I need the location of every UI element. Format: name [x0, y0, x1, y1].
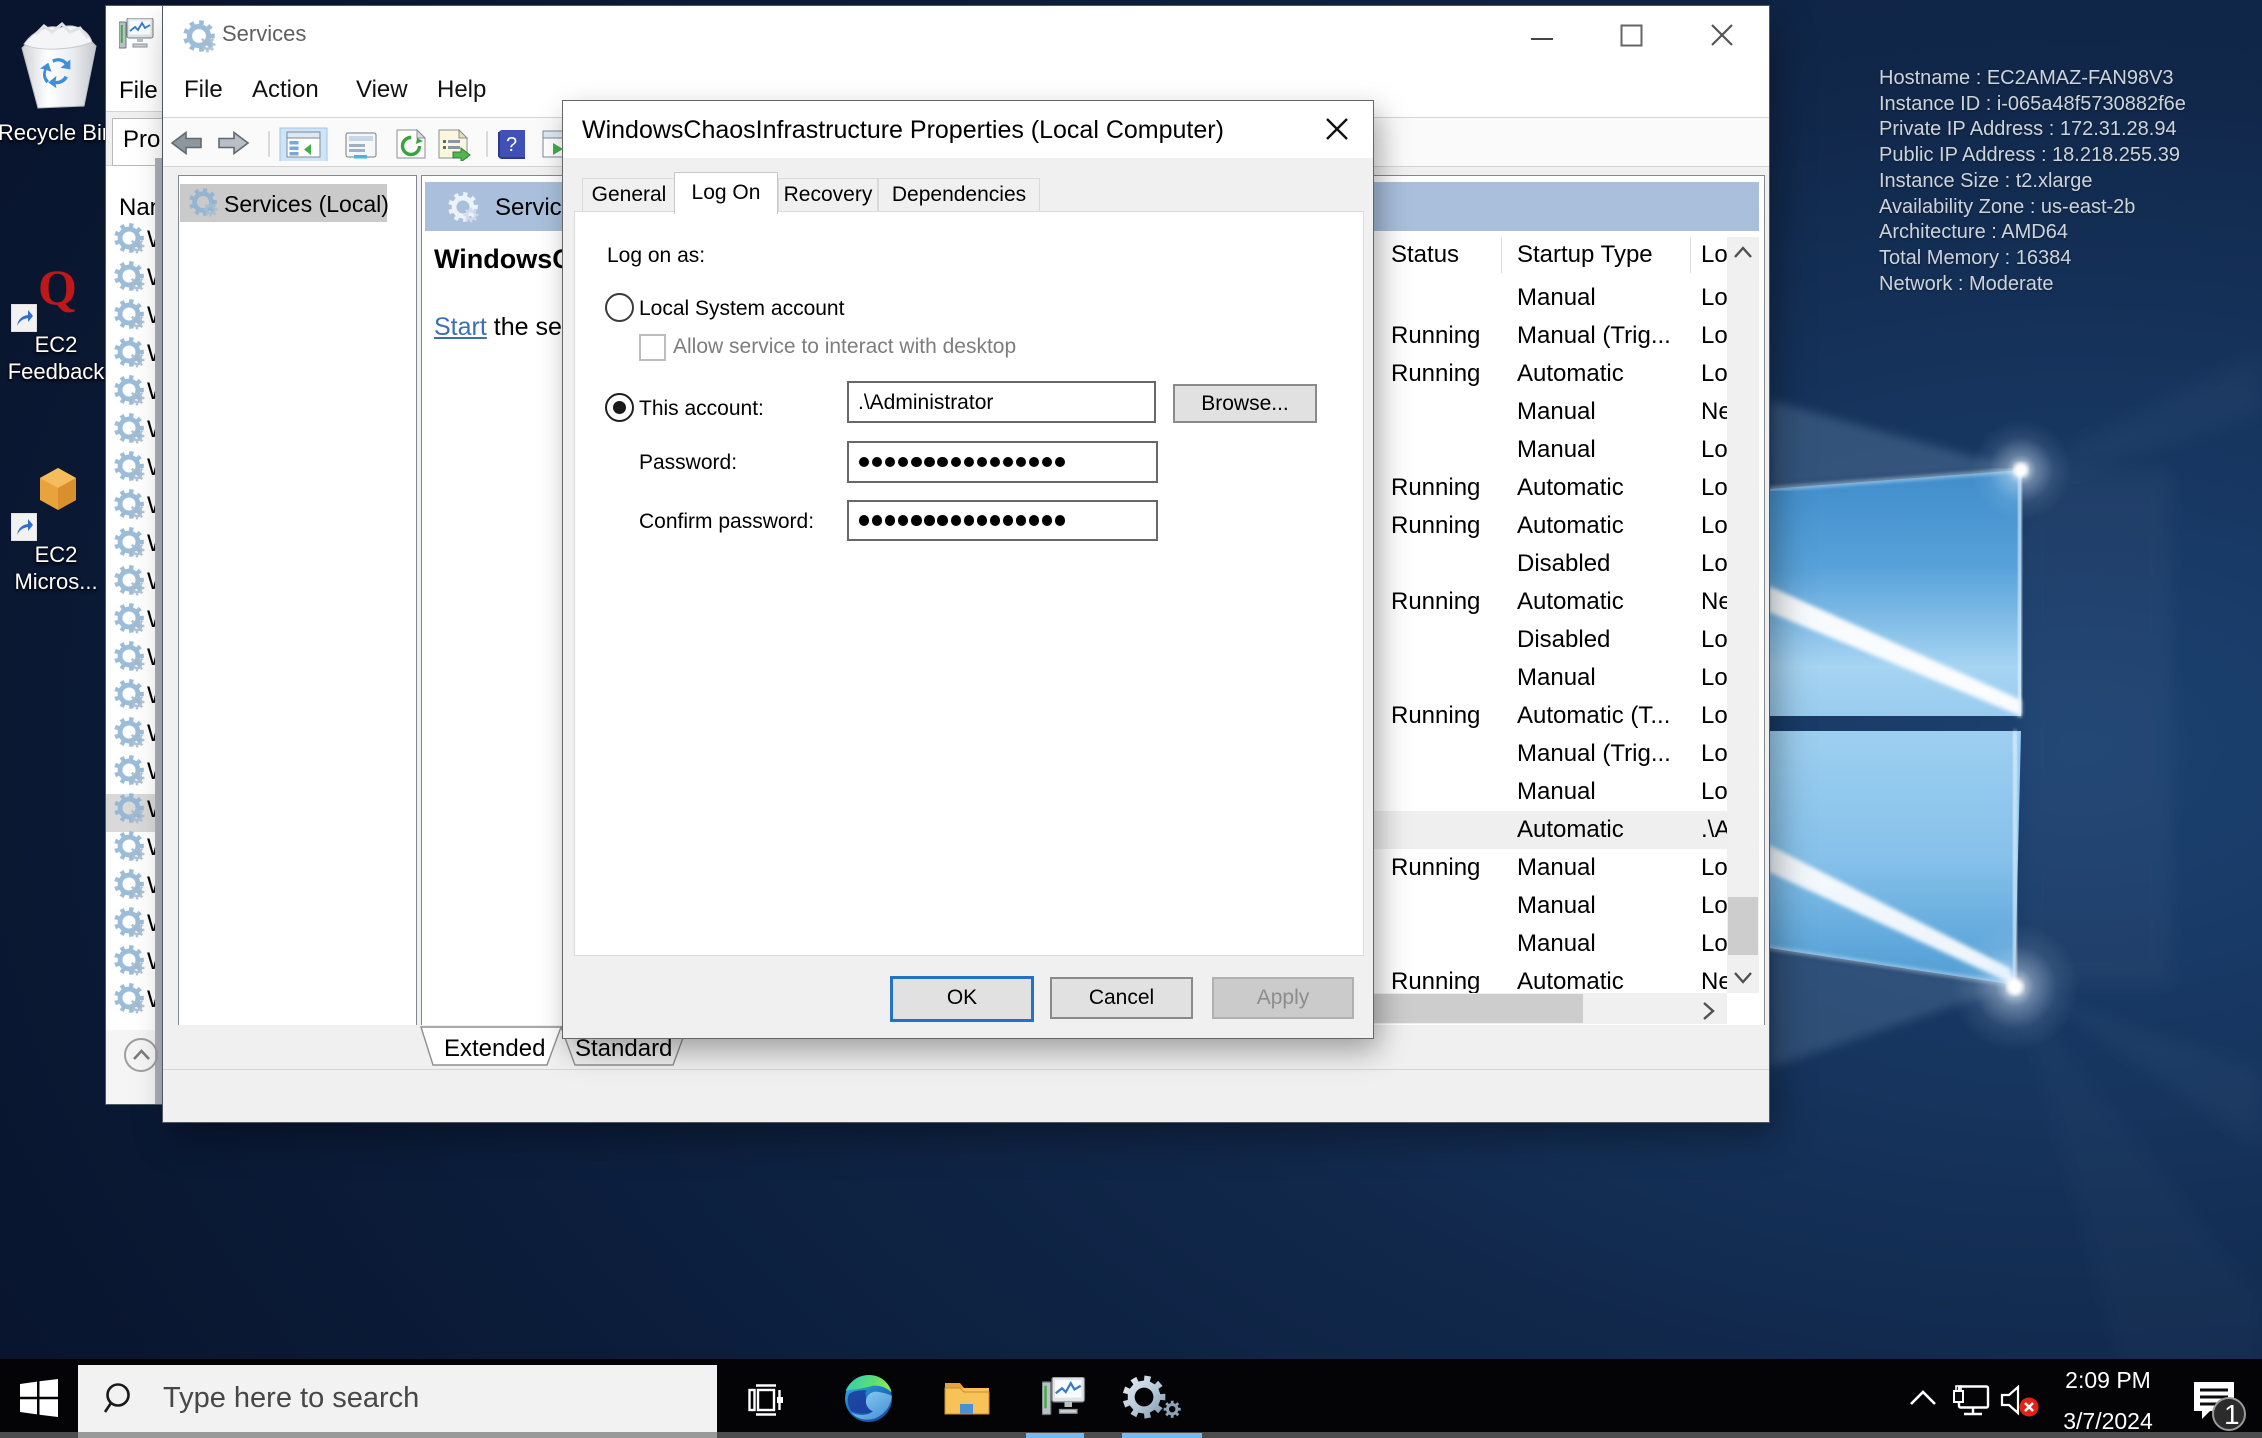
svg-text:1: 1	[2224, 1399, 2240, 1430]
svg-text:Extended: Extended	[444, 1035, 545, 1062]
svg-text:Standard: Standard	[575, 1035, 672, 1062]
svg-text:?: ?	[506, 134, 517, 156]
